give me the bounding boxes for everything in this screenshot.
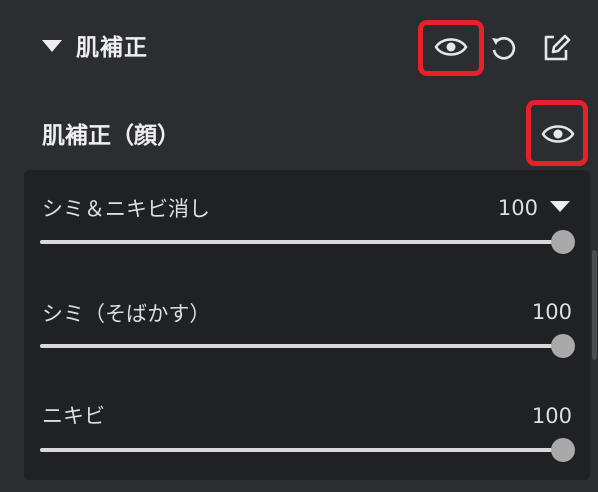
collapse-triangle-icon[interactable] — [42, 40, 62, 52]
slider-track[interactable] — [40, 344, 556, 348]
edit-icon[interactable] — [538, 30, 574, 66]
slider-label: シミ（そばかす） — [42, 302, 211, 326]
eye-icon[interactable] — [433, 29, 469, 65]
slider-label: ニキビ — [42, 404, 105, 428]
undo-icon[interactable] — [486, 30, 522, 66]
eye-icon[interactable] — [540, 116, 576, 152]
slider-value: 100 — [531, 300, 572, 324]
section-header: 肌補正 — [0, 0, 598, 96]
subsection-label: 肌補正（顔） — [42, 123, 180, 149]
slider-thumb[interactable] — [551, 334, 575, 358]
slider-thumb[interactable] — [551, 438, 575, 462]
slider-label: シミ＆ニキビ消し — [42, 197, 210, 221]
scrollbar[interactable] — [592, 250, 597, 360]
slider-track[interactable] — [40, 240, 556, 244]
slider-track[interactable] — [40, 448, 556, 452]
slider-thumb[interactable] — [551, 230, 575, 254]
slider-value: 100 — [497, 196, 538, 220]
slider-value: 100 — [531, 404, 572, 428]
dropdown-caret-icon[interactable] — [550, 201, 570, 212]
section-title: 肌補正 — [76, 35, 148, 61]
